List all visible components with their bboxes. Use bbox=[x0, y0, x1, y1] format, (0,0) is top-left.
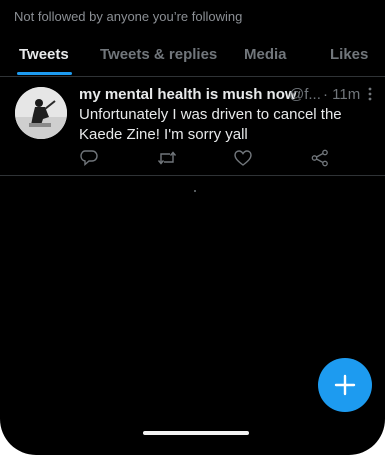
home-indicator[interactable] bbox=[143, 431, 249, 435]
tweet[interactable]: my mental health is mush now @f... · 11m… bbox=[0, 77, 385, 176]
handle[interactable]: @f... bbox=[289, 86, 321, 103]
profile-screen: Not followed by anyone you’re following … bbox=[0, 0, 385, 455]
tab-tweets-replies[interactable]: Tweets & replies bbox=[100, 46, 217, 63]
tweet-header: my mental health is mush now @f... · 11m bbox=[79, 86, 379, 106]
like-icon[interactable] bbox=[233, 149, 253, 167]
display-name[interactable]: my mental health is mush now bbox=[79, 86, 297, 103]
retweet-icon[interactable] bbox=[157, 149, 177, 167]
share-icon[interactable] bbox=[310, 149, 330, 167]
timestamp: · 11m bbox=[323, 86, 361, 103]
loading-dot bbox=[194, 190, 196, 192]
follow-note: Not followed by anyone you’re following bbox=[14, 9, 243, 24]
profile-tabs: Tweets Tweets & replies Media Likes bbox=[0, 36, 385, 77]
compose-plus-icon bbox=[334, 374, 356, 396]
tab-likes[interactable]: Likes bbox=[330, 46, 368, 63]
reply-icon[interactable] bbox=[79, 149, 99, 167]
avatar[interactable] bbox=[15, 87, 67, 139]
tab-media[interactable]: Media bbox=[244, 46, 287, 63]
tweet-text: Unfortunately I was driven to cancel the… bbox=[79, 106, 342, 143]
active-tab-indicator bbox=[17, 72, 72, 75]
compose-tweet-button[interactable] bbox=[318, 358, 372, 412]
more-options-icon[interactable] bbox=[367, 86, 373, 106]
tab-tweets[interactable]: Tweets bbox=[19, 46, 69, 63]
